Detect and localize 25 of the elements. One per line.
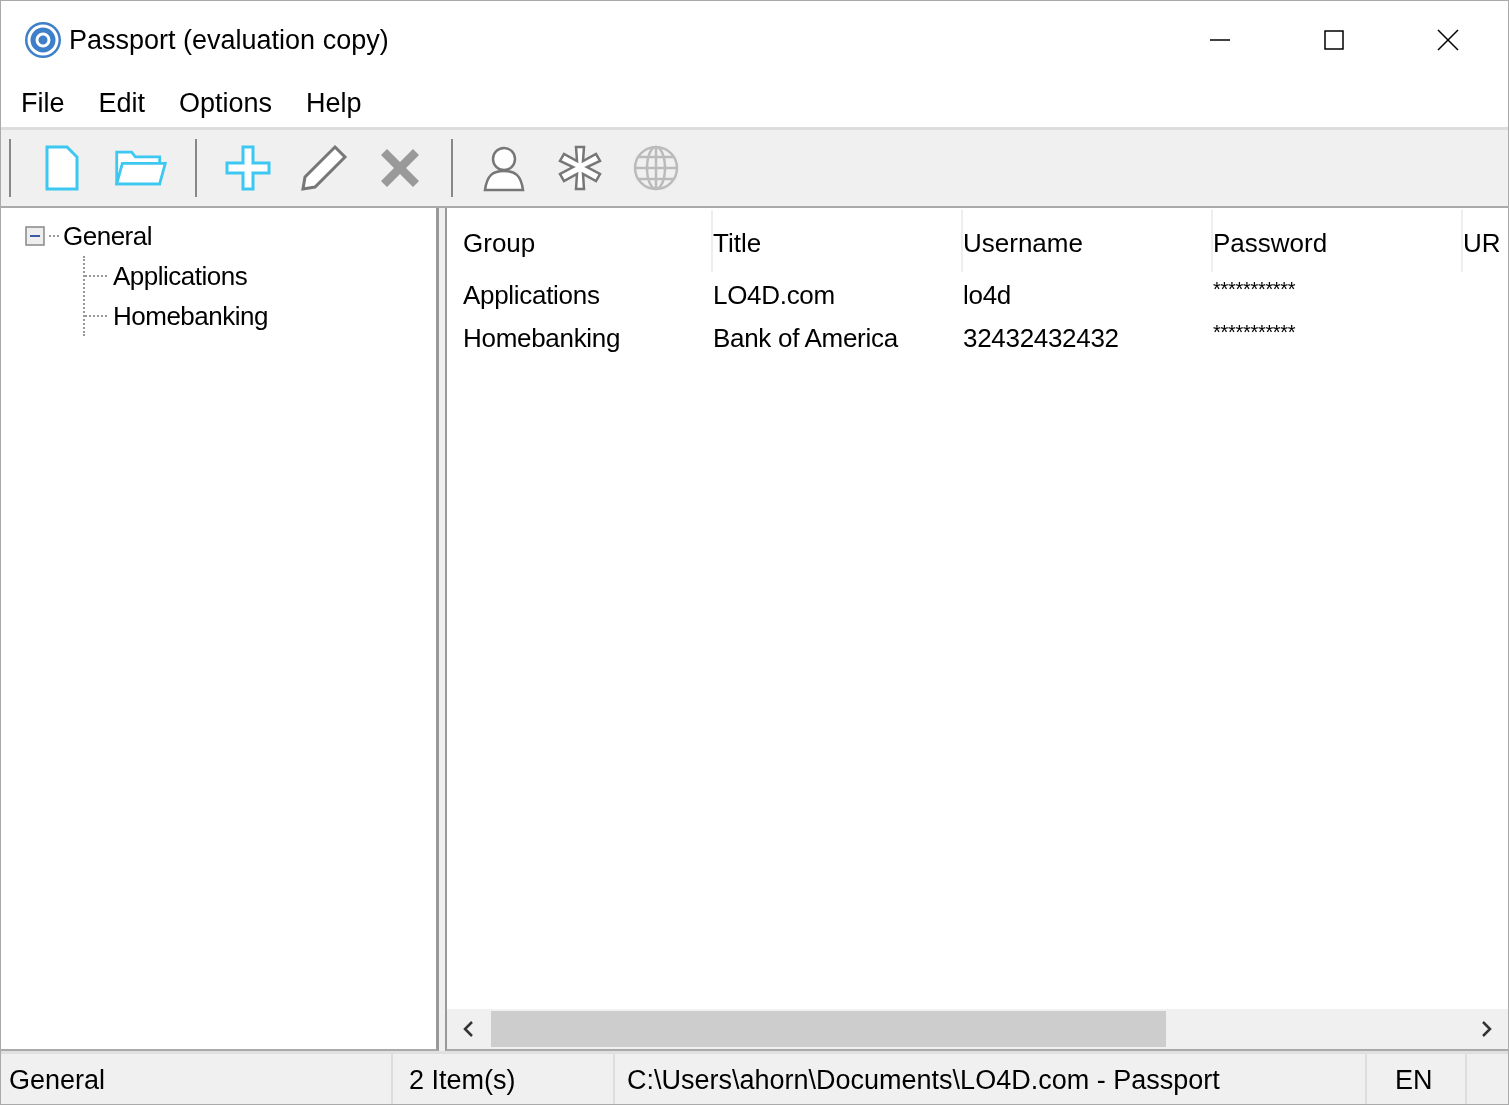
table-cell-text: lo4d xyxy=(963,280,1012,311)
menu-item[interactable]: Edit xyxy=(98,87,146,119)
table-cell-text: LO4D.com xyxy=(713,280,836,311)
menu-item[interactable]: File xyxy=(21,87,65,119)
window-title: Passport (evaluation copy) xyxy=(69,24,389,56)
table-cell-text: Homebanking xyxy=(463,323,622,354)
table-cell-text: Applications xyxy=(463,280,601,311)
status-field: General xyxy=(1,1054,393,1104)
menu-item[interactable]: Help xyxy=(306,87,362,119)
status-field: EN xyxy=(1367,1054,1467,1104)
tree-item[interactable]: Applications xyxy=(113,260,248,292)
table-cell-text: *********** xyxy=(1213,320,1297,344)
column-header[interactable]: Group xyxy=(463,210,713,272)
column-header[interactable]: Title xyxy=(713,210,963,272)
column-header[interactable]: UR xyxy=(1463,210,1508,272)
menu-item[interactable]: Options xyxy=(179,87,273,119)
tree-item[interactable]: Homebanking xyxy=(113,300,268,332)
column-header[interactable]: Password xyxy=(1213,210,1463,272)
table-cell-text: 32432432432 xyxy=(963,323,1120,354)
status-field: 2 Item(s) xyxy=(393,1054,615,1104)
tree-item[interactable]: General xyxy=(63,220,152,252)
column-header[interactable]: Username xyxy=(963,210,1213,272)
table-cell-text: Bank of America xyxy=(713,323,900,354)
table-cell-text: *********** xyxy=(1213,277,1297,301)
status-field: C:\Users\ahorn\Documents\LO4D.com - Passport xyxy=(615,1054,1367,1104)
